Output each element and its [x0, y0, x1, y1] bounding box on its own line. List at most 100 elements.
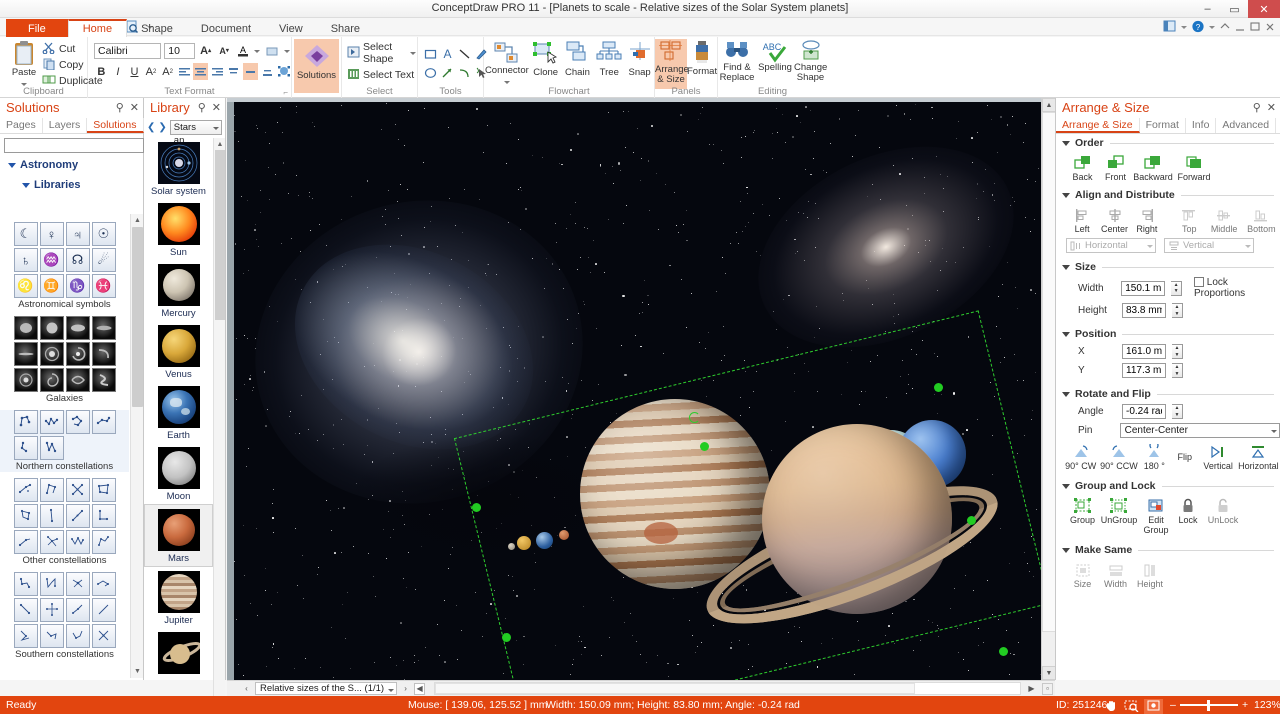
tab-share[interactable]: Share: [317, 19, 374, 37]
stencil-item[interactable]: [91, 530, 116, 554]
tab-shape[interactable]: Shape: [127, 19, 187, 37]
y-input[interactable]: [1122, 363, 1166, 378]
stencil-item[interactable]: ♀: [39, 222, 64, 246]
fit-page-icon[interactable]: [1144, 699, 1163, 714]
x-stepper[interactable]: ▲ ▼: [1172, 344, 1183, 359]
stencil-item[interactable]: [91, 316, 116, 340]
library-item-mercury[interactable]: Mercury: [144, 260, 213, 321]
scroll-down-icon[interactable]: ▼: [1042, 666, 1056, 680]
page-prev-button[interactable]: ‹: [241, 683, 252, 695]
tab-home[interactable]: Home: [67, 19, 128, 37]
edit-group-button[interactable]: Edit Group: [1139, 497, 1173, 535]
library-item-sun[interactable]: Sun: [144, 199, 213, 260]
section-align-header[interactable]: Align and Distribute: [1056, 186, 1280, 203]
shrink-font-icon[interactable]: A ▾: [216, 42, 232, 59]
tab-solutions[interactable]: Solutions: [87, 118, 144, 133]
solutions-scroll-thumb[interactable]: [132, 227, 143, 407]
planet-mercury[interactable]: [508, 543, 515, 550]
section-order-header[interactable]: Order: [1056, 134, 1280, 151]
connector-button[interactable]: Connector: [484, 40, 530, 88]
text-format-dialog-launcher[interactable]: ⌐: [283, 88, 288, 97]
find-replace-button[interactable]: Find & Replace: [718, 39, 756, 83]
order-back-button[interactable]: Back: [1066, 154, 1099, 182]
order-backward-button[interactable]: Backward: [1132, 154, 1174, 182]
stencil-item[interactable]: [13, 316, 38, 340]
align-left-button[interactable]: [177, 63, 192, 80]
pin-select[interactable]: Center-Center: [1119, 423, 1280, 438]
lock-button[interactable]: Lock: [1173, 497, 1203, 535]
align-right-button[interactable]: Right: [1131, 206, 1163, 234]
tab-document[interactable]: Document: [187, 19, 265, 37]
stencil-item[interactable]: ♒: [39, 248, 64, 272]
stencil-item[interactable]: [39, 478, 64, 502]
stencil-item[interactable]: [39, 316, 64, 340]
library-item-moon[interactable]: Moon: [144, 443, 213, 504]
stencil-item[interactable]: [65, 478, 90, 502]
section-rotate-header[interactable]: Rotate and Flip: [1056, 385, 1280, 402]
selection-handle-top-left[interactable]: [472, 503, 481, 512]
stencil-item[interactable]: [13, 624, 38, 648]
stencil-item[interactable]: [13, 410, 38, 434]
unlock-button[interactable]: UnLock: [1203, 497, 1243, 535]
format-button[interactable]: Format: [687, 39, 717, 89]
stencil-item[interactable]: ☉: [91, 222, 116, 246]
superscript-button[interactable]: A2: [144, 63, 159, 80]
stencil-item[interactable]: ♓: [91, 274, 116, 298]
stencil-item[interactable]: ☄: [91, 248, 116, 272]
pin-icon[interactable]: ⚲: [198, 101, 206, 114]
align-top-button[interactable]: Top: [1173, 206, 1205, 234]
tree-node-libraries[interactable]: Libraries: [8, 177, 143, 193]
line-tool-icon[interactable]: [456, 45, 473, 62]
rotate-180-button[interactable]: 180 °: [1139, 443, 1170, 471]
close-icon[interactable]: ✕: [1267, 101, 1276, 114]
section-size-header[interactable]: Size: [1056, 258, 1280, 275]
align-center-button[interactable]: Center: [1098, 206, 1130, 234]
ellipse-tool-icon[interactable]: [422, 64, 439, 81]
select-shape-caret-icon[interactable]: [409, 47, 417, 59]
tab-advanced[interactable]: Advanced: [1216, 118, 1277, 133]
search-input[interactable]: [4, 138, 144, 153]
library-selector[interactable]: Stars an...: [169, 120, 222, 146]
close-icon[interactable]: ✕: [130, 101, 139, 114]
library-scrollbar[interactable]: ▲ ▼: [213, 138, 225, 714]
library-item-mars[interactable]: Mars: [144, 504, 213, 567]
tab-view[interactable]: View: [265, 19, 317, 37]
chain-button[interactable]: Chain: [562, 40, 594, 88]
stencil-item[interactable]: [13, 436, 38, 460]
tab-file[interactable]: File: [6, 19, 68, 37]
zoom-region-icon[interactable]: [1124, 699, 1139, 714]
highlight-caret-icon[interactable]: [283, 42, 291, 59]
order-front-button[interactable]: Front: [1099, 154, 1132, 182]
angle-stepper[interactable]: ▲ ▼: [1172, 404, 1183, 419]
width-input[interactable]: [1121, 280, 1166, 296]
align-top-button[interactable]: [227, 63, 242, 80]
library-item-earth[interactable]: Earth: [144, 382, 213, 443]
page-end-button[interactable]: ◀: [414, 682, 426, 695]
canvas-vertical-scrollbar[interactable]: ▲ ▼: [1041, 98, 1056, 680]
canvas-horizontal-scrollbar[interactable]: [434, 682, 1021, 695]
page-next-button[interactable]: ›: [400, 683, 411, 695]
stencil-item[interactable]: [91, 504, 116, 528]
stencil-item[interactable]: [13, 368, 38, 392]
selection-handle-mid-right[interactable]: [967, 516, 976, 525]
height-input[interactable]: [1122, 303, 1166, 318]
text-block-icon[interactable]: [276, 63, 291, 80]
zoom-in-button[interactable]: +: [1242, 699, 1248, 711]
close-button[interactable]: ✕: [1248, 0, 1280, 18]
tab-pages[interactable]: Pages: [0, 118, 43, 133]
arrow-tool-icon[interactable]: [439, 64, 456, 81]
minimize-button[interactable]: –: [1194, 0, 1221, 18]
page-tab-name[interactable]: Relative sizes of the S... (1/1): [255, 682, 398, 695]
tree-node-astronomy[interactable]: Astronomy: [8, 157, 143, 173]
flip-vertical-button[interactable]: Vertical: [1199, 443, 1236, 471]
grow-font-icon[interactable]: A ▴: [198, 42, 214, 59]
tab-layers[interactable]: Layers: [43, 118, 88, 133]
stencil-item[interactable]: [91, 624, 116, 648]
stencil-item[interactable]: ☾: [13, 222, 38, 246]
stencil-item[interactable]: [39, 598, 64, 622]
maximize-button[interactable]: ▭: [1221, 0, 1248, 18]
underline-button[interactable]: U: [127, 63, 142, 80]
subscript-button[interactable]: A2: [160, 63, 175, 80]
align-left-button[interactable]: Left: [1066, 206, 1098, 234]
same-width-button[interactable]: Width: [1099, 561, 1132, 589]
